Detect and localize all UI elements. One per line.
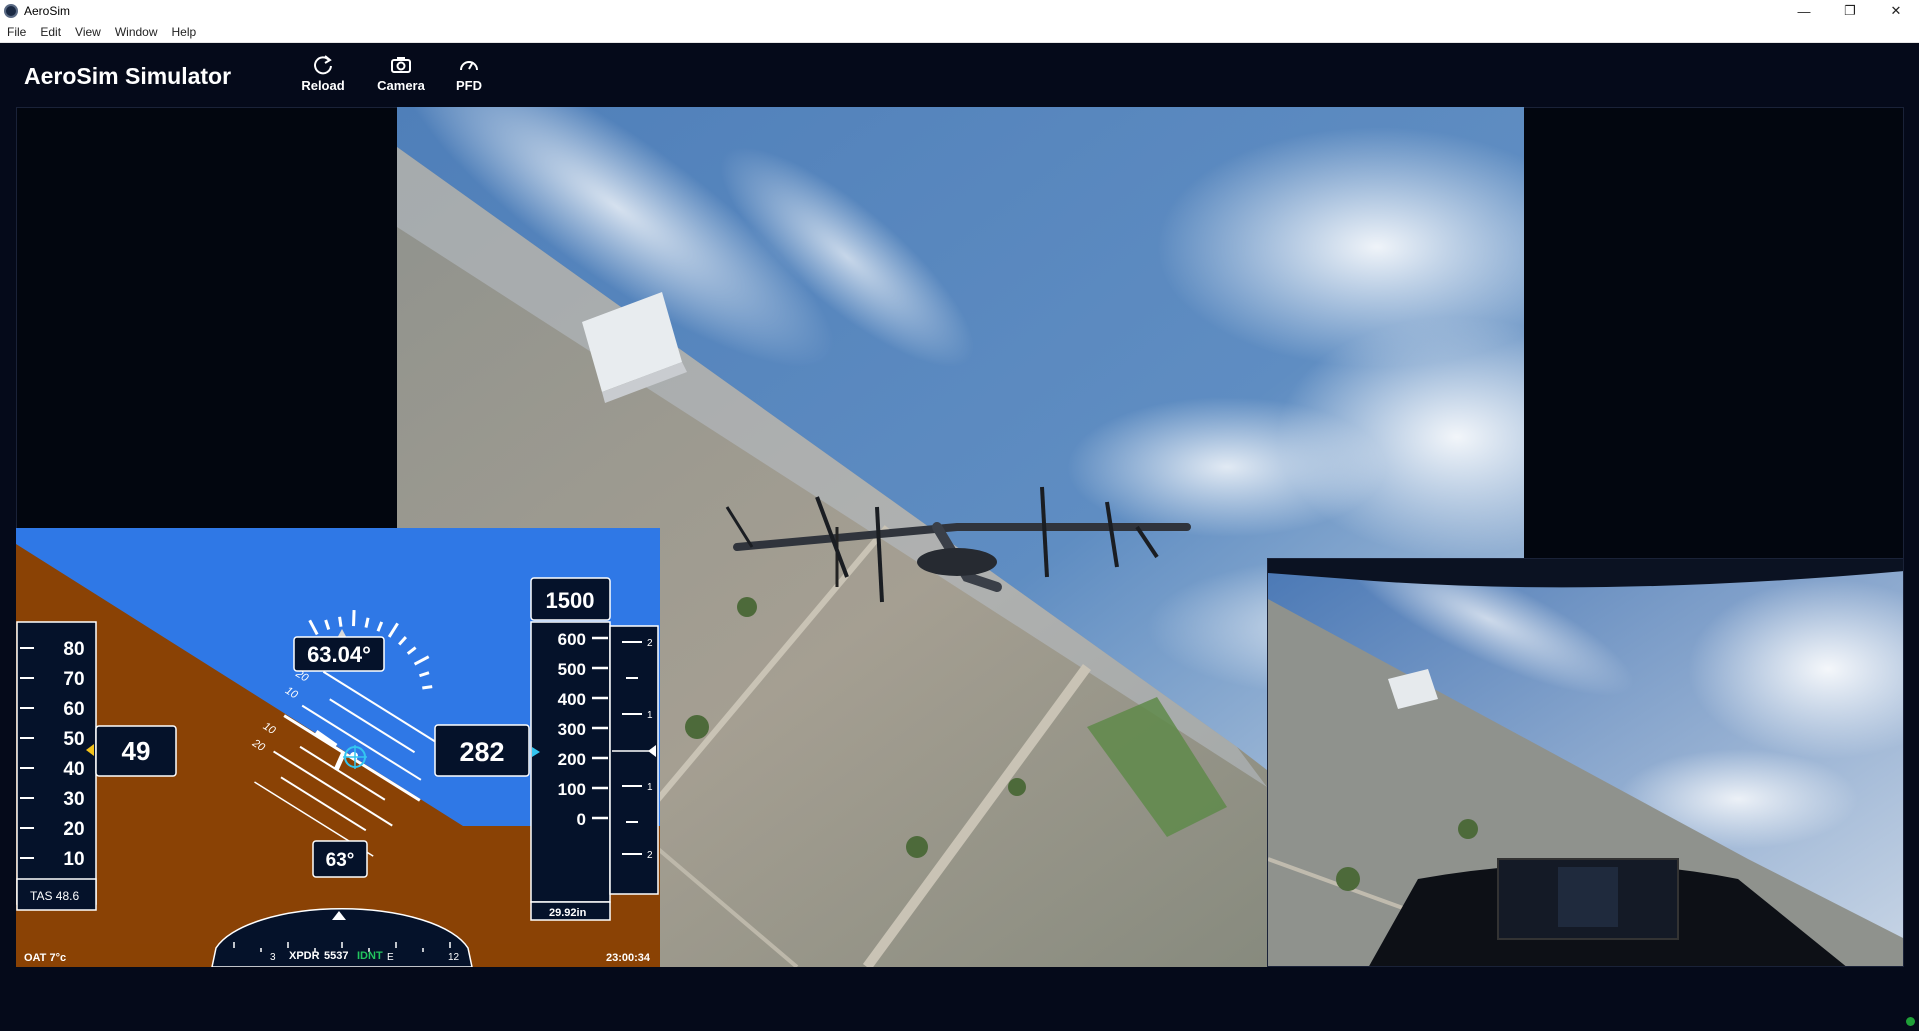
window-title: AeroSim — [24, 4, 71, 18]
primary-flight-display[interactable]: 80 70 60 50 40 30 20 10 49 TAS 48.6 63.04° 10 2… — [16, 528, 660, 967]
camera-button[interactable]: Camera — [371, 54, 431, 93]
airspeed-tick-label: 80 — [63, 639, 84, 660]
baro-value: 29.92in — [549, 907, 587, 919]
menu-edit[interactable]: Edit — [33, 25, 68, 39]
ident-button[interactable]: IDNT — [357, 950, 383, 962]
clock-value: 23:00:34 — [606, 952, 651, 964]
camera-label: Camera — [377, 78, 425, 93]
reload-icon — [314, 55, 332, 75]
compass-label-e: E — [387, 952, 394, 963]
pfd-label: PFD — [456, 78, 482, 93]
xpdr-code[interactable]: 5537 — [324, 950, 348, 962]
close-button[interactable]: ✕ — [1873, 0, 1919, 22]
menu-view[interactable]: View — [68, 25, 108, 39]
altitude-tick-label: 200 — [558, 750, 586, 769]
vsi-tick-label: 2 — [647, 850, 653, 861]
window-titlebar: AeroSim — ❐ ✕ — [0, 0, 1919, 22]
roll-tick-mark — [364, 617, 370, 628]
vsi-tick-label: 2 — [647, 638, 653, 649]
altitude-tick-label: 600 — [558, 630, 586, 649]
minimize-button[interactable]: — — [1781, 0, 1827, 22]
airspeed-tick-label: 60 — [63, 699, 84, 720]
vsi-tick-label: 1 — [647, 710, 653, 721]
roll-tick-mark — [352, 610, 356, 627]
tas-value: TAS 48.6 — [30, 889, 79, 903]
menu-window[interactable]: Window — [108, 25, 165, 39]
reload-button[interactable]: Reload — [293, 54, 353, 93]
restore-button[interactable]: ❐ — [1827, 0, 1873, 22]
airspeed-tick-label: 30 — [63, 789, 84, 810]
pfd-canvas: 8070605040302010 49 TAS 48.6 63.04° 10 2… — [16, 528, 660, 967]
airspeed-tick-label: 70 — [63, 669, 84, 690]
xpdr-label: XPDR — [289, 950, 320, 962]
reload-label: Reload — [301, 78, 345, 93]
connection-status-indicator — [1906, 1017, 1915, 1026]
airspeed-value: 49 — [122, 736, 151, 766]
altitude-tick-label: 400 — [558, 690, 586, 709]
app-title: AeroSim Simulator — [24, 63, 232, 89]
altitude-selected-value: 1500 — [546, 588, 595, 613]
roll-tick-mark — [422, 685, 433, 690]
airspeed-tick-label: 10 — [63, 849, 84, 870]
vsi-tick-label: 1 — [647, 782, 653, 793]
pfd-button[interactable]: PFD — [439, 54, 499, 93]
cockpit-camera-scene — [1268, 559, 1903, 966]
heading-bug-value: 282 — [459, 737, 504, 767]
menu-file[interactable]: File — [0, 25, 33, 39]
cockpit-camera-view[interactable] — [1267, 558, 1904, 967]
altitude-tick-label: 500 — [558, 660, 586, 679]
oat-value: OAT 7°c — [24, 952, 66, 964]
compass-label-3: 3 — [270, 952, 276, 963]
airspeed-tick-label: 20 — [63, 819, 84, 840]
camera-icon — [391, 57, 411, 73]
gauge-icon — [460, 61, 478, 71]
airspeed-tick-label: 40 — [63, 759, 84, 780]
airspeed-tick-label: 50 — [63, 729, 84, 750]
app-toolbar: AeroSim Simulator Reload Camera PFD — [0, 43, 1919, 107]
altitude-tick-label: 100 — [558, 780, 586, 799]
heading-value: 63° — [326, 850, 355, 871]
window-controls: — ❐ ✕ — [1781, 0, 1919, 22]
bank-angle-value: 63.04° — [307, 642, 371, 667]
menu-bar: File Edit View Window Help — [0, 22, 1919, 43]
altitude-tick-label: 300 — [558, 720, 586, 739]
compass-label-12: 12 — [448, 952, 460, 963]
roll-tick-mark — [338, 616, 343, 627]
app-logo-icon — [4, 4, 18, 18]
altitude-tick-label: 0 — [577, 810, 586, 829]
menu-help[interactable]: Help — [165, 25, 204, 39]
